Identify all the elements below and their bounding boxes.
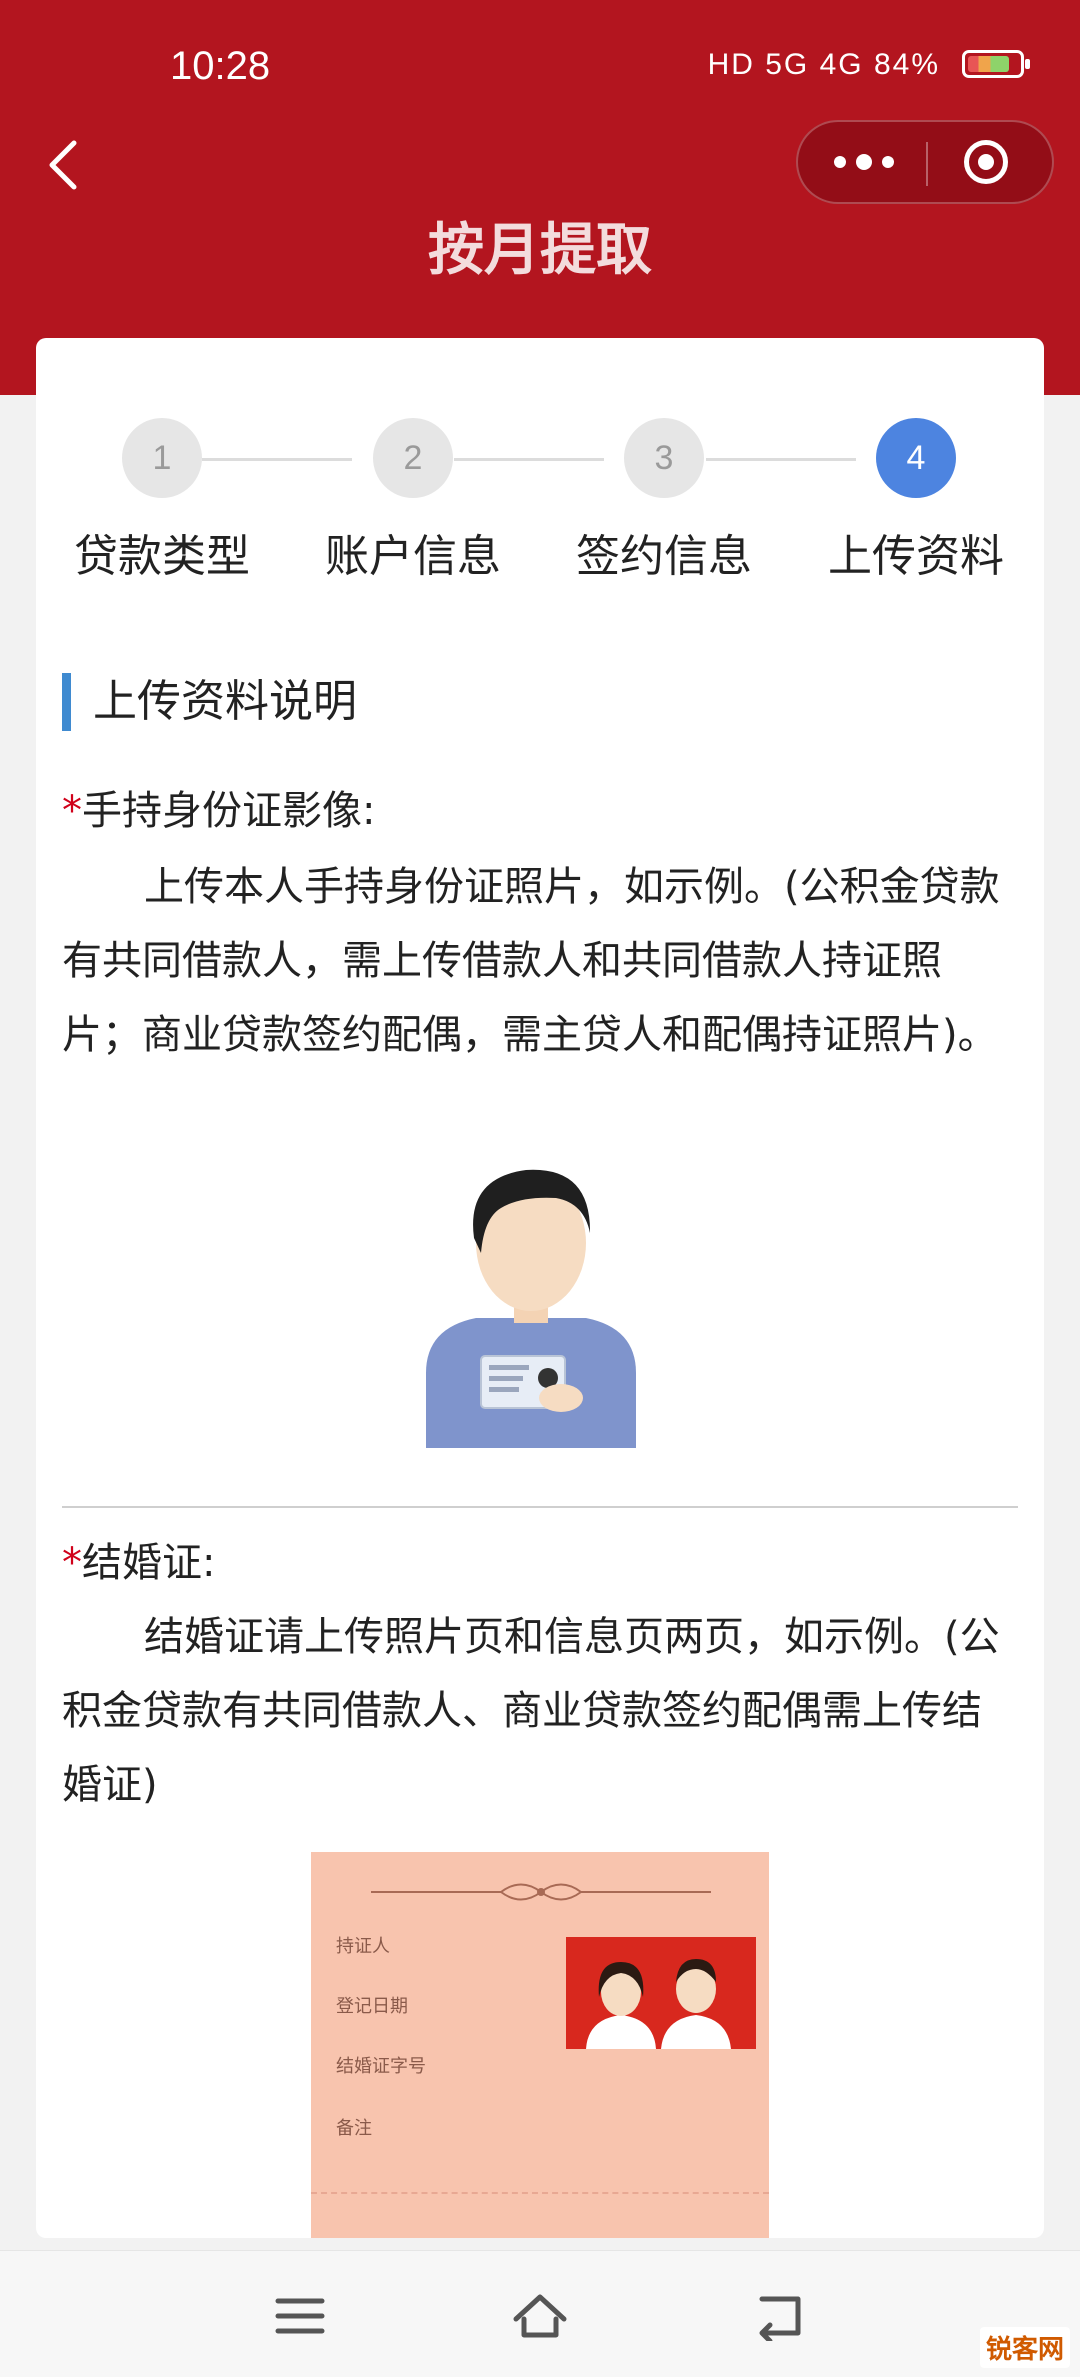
step-label: 上传资料 (828, 531, 1004, 582)
step-1: 1 贷款类型 (42, 418, 282, 584)
required-mark: * (62, 788, 82, 834)
marriage-cert-title: *结婚证: (62, 1530, 215, 1588)
network-indicator: HD 5G 4G 84% (708, 48, 940, 82)
progress-stepper: 1 贷款类型 2 账户信息 3 签约信息 4 上传资料 (36, 418, 1044, 582)
marriage-certificate-sample: 持证人 登记日期 结婚证字号 备注 (311, 1852, 769, 2238)
watermark: 锐客网 (979, 2327, 1070, 2368)
capsule-divider (926, 142, 928, 186)
step-label: 贷款类型 (74, 531, 250, 582)
close-target-icon[interactable] (964, 140, 1008, 184)
ornament-icon (371, 1883, 711, 1901)
section-divider (62, 1506, 1018, 1508)
page-title: 按月提取 (428, 218, 652, 283)
more-icon[interactable] (834, 150, 894, 174)
step-number: 3 (624, 418, 704, 498)
id-holding-illustration (426, 1169, 636, 1448)
back-icon[interactable] (40, 135, 90, 195)
step-number: 1 (122, 418, 202, 498)
system-nav-bar (0, 2250, 1080, 2377)
menu-icon[interactable] (270, 2291, 330, 2341)
cert-field-number: 结婚证字号 (336, 2056, 426, 2077)
marriage-cert-title-text: 结婚证: (82, 1540, 216, 1586)
network-label: HD 5G 4G (707, 48, 864, 81)
mini-program-capsule (796, 120, 1054, 204)
battery-icon (962, 50, 1030, 78)
step-number: 2 (373, 418, 453, 498)
status-bar: 10:28 HD 5G 4G 84% (0, 40, 1080, 100)
content-card: 1 贷款类型 2 账户信息 3 签约信息 4 上传资料 上传资料说明 *手持身份… (36, 338, 1044, 2238)
step-label: 签约信息 (576, 531, 752, 582)
id-photo-title-text: 手持身份证影像: (82, 788, 376, 834)
status-time: 10:28 (170, 44, 271, 88)
id-photo-title: *手持身份证影像: (62, 778, 375, 836)
step-3: 3 签约信息 (544, 418, 784, 584)
cert-field-remark: 备注 (336, 2118, 372, 2139)
home-icon[interactable] (510, 2291, 570, 2341)
step-2: 2 账户信息 (293, 418, 533, 584)
required-mark: * (62, 1540, 82, 1586)
marriage-cert-description: 结婚证请上传照片页和信息页两页，如示例。(公积金贷款有共同借款人、商业贷款签约配… (62, 1614, 1000, 1808)
couple-photo (566, 1937, 756, 2049)
cert-dashed-line (311, 2192, 769, 2194)
cert-field-date: 登记日期 (336, 1996, 408, 2017)
step-label: 账户信息 (325, 531, 501, 582)
battery-percent: 84% (873, 48, 940, 81)
back-nav-icon[interactable] (750, 2291, 810, 2341)
id-photo-description: 上传本人手持身份证照片，如示例。(公积金贷款有共同借款人，需上传借款人和共同借款… (62, 864, 1000, 1058)
step-number: 4 (876, 418, 956, 498)
app-header: 10:28 HD 5G 4G 84% 按月提取 (0, 0, 1080, 395)
section-title: 上传资料说明 (62, 673, 357, 731)
step-4: 4 上传资料 (796, 418, 1036, 584)
cert-field-holder: 持证人 (336, 1936, 390, 1957)
